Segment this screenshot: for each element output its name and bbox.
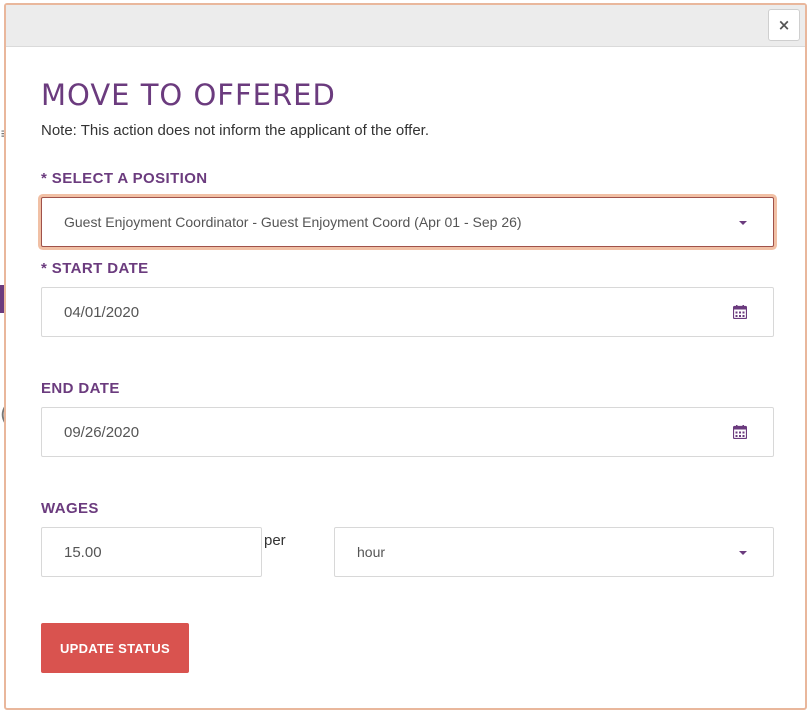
modal-header: × (6, 5, 805, 47)
end-date-label: END DATE (41, 380, 120, 397)
position-select[interactable]: Guest Enjoyment Coordinator - Guest Enjo… (41, 197, 774, 247)
wage-unit-select[interactable]: hour (334, 527, 774, 577)
end-date-input[interactable]: 09/26/2020 (41, 407, 774, 457)
wages-input[interactable]: 15.00 (41, 527, 262, 577)
close-button[interactable]: × (768, 9, 800, 41)
move-to-offered-modal: × MOVE TO OFFERED Note: This action does… (4, 3, 807, 710)
calendar-icon[interactable] (733, 425, 747, 439)
close-icon: × (777, 16, 791, 34)
start-date-value: 04/01/2020 (64, 303, 140, 321)
position-select-value: Guest Enjoyment Coordinator - Guest Enjo… (64, 214, 522, 230)
modal-note: Note: This action does not inform the ap… (41, 122, 430, 139)
wages-value: 15.00 (64, 543, 102, 561)
wages-label: WAGES (41, 500, 99, 517)
per-label: per (264, 532, 286, 549)
wage-unit-value: hour (357, 544, 386, 560)
update-status-button[interactable]: UPDATE STATUS (41, 623, 189, 673)
modal-title: MOVE TO OFFERED (41, 78, 336, 112)
start-date-label: * START DATE (41, 260, 149, 277)
start-date-input[interactable]: 04/01/2020 (41, 287, 774, 337)
calendar-icon[interactable] (733, 305, 747, 319)
position-label: * SELECT A POSITION (41, 170, 208, 187)
chevron-down-icon (739, 551, 747, 555)
end-date-value: 09/26/2020 (64, 423, 140, 441)
chevron-down-icon (739, 221, 747, 225)
